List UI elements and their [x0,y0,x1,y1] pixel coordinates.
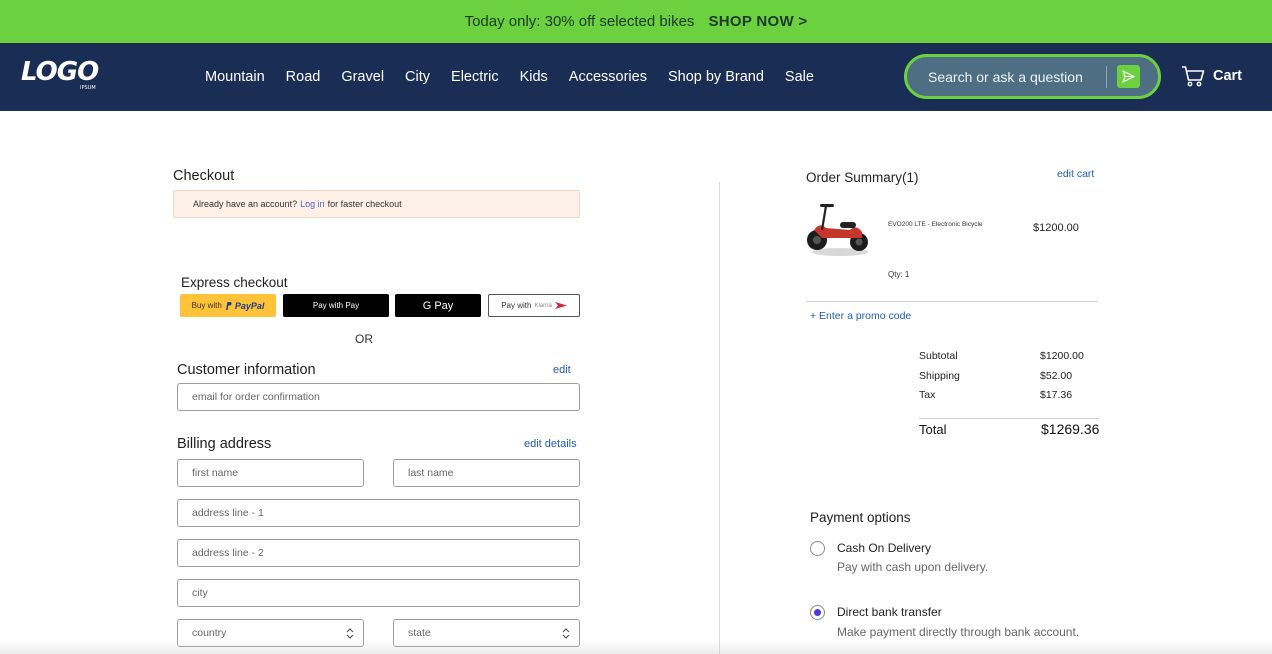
total-label: Total [919,422,947,437]
country-select-value: country [192,627,227,639]
nav-item-road[interactable]: Road [286,69,321,85]
cash-on-delivery-title[interactable]: Cash On Delivery [837,541,931,555]
country-select[interactable]: country [177,619,364,647]
svg-text:IPSUM: IPSUM [80,85,96,91]
login-notice: Already have an account? Log in for fast… [173,190,580,218]
klarna-brand: Klarna [534,302,552,309]
paypal-brand: PayPal [234,300,265,311]
address-line-1-wrapper [177,499,580,527]
nav-item-shop-by-brand[interactable]: Shop by Brand [668,69,764,85]
search-input[interactable] [928,68,1104,85]
shipping-value: $52.00 [1040,370,1073,382]
billing-address-title: Billing address [177,436,272,452]
last-name-wrapper [393,459,580,487]
city-field[interactable] [178,580,579,606]
nav-item-mountain[interactable]: Mountain [205,69,265,85]
nav-item-electric[interactable]: Electric [451,69,499,85]
bank-transfer-desc: Make payment directly through bank accou… [837,625,1080,639]
customer-edit-link[interactable]: edit [553,364,571,376]
cart-label: Cart [1213,68,1243,84]
payment-options-title: Payment options [810,510,911,525]
total-value: $1269.36 [1041,421,1100,437]
address-line-2-field[interactable] [178,540,579,566]
checkout-title: Checkout [173,168,235,184]
google-pay-button[interactable]: G Pay [395,294,481,317]
product-quantity: Qty: 1 [888,270,910,279]
apple-pay-label: Pay with Pay [312,301,360,310]
bank-transfer-title[interactable]: Direct bank transfer [837,605,942,619]
electric-scooter-icon [807,204,868,256]
promo-banner: Today only: 30% off selected bikes SHOP … [0,0,1272,43]
email-field-wrapper [177,383,580,411]
product-price: $1200.00 [1033,222,1079,234]
promo-code-link[interactable]: + Enter a promo code [810,310,911,322]
notice-suffix: for faster checkout [327,199,402,209]
subtotal-label: Subtotal [919,350,958,362]
search-divider [1106,65,1107,88]
main-navigation: LOGO IPSUM Mountain Road Gravel City Ele… [0,43,1272,111]
billing-edit-link[interactable]: edit details [524,438,577,450]
address-line-1-field[interactable] [178,500,579,526]
tax-value: $17.36 [1040,389,1073,401]
chevron-up-down-icon [562,628,570,639]
klarna-button[interactable]: Pay with Klarna [488,294,580,317]
summary-divider [806,301,1098,302]
state-select[interactable]: state [393,619,580,647]
column-divider [719,182,720,654]
search-bar [904,54,1161,99]
brand-logo[interactable]: LOGO IPSUM [20,53,112,99]
tax-label: Tax [919,389,936,401]
klarna-prefix: Pay with [501,301,532,310]
express-checkout-title: Express checkout [181,275,288,290]
order-summary-title: Order Summary(1) [806,170,919,185]
google-pay-label: G Pay [422,299,454,312]
city-wrapper [177,579,580,607]
total-divider [919,418,1099,419]
nav-item-sale[interactable]: Sale [785,69,814,85]
nav-item-city[interactable]: City [405,69,430,85]
email-field[interactable] [178,384,579,410]
send-icon [1122,70,1135,83]
state-select-value: state [408,627,431,639]
or-divider-text: OR [355,332,373,346]
product-name: EVO200 LTE - Electronic Bicycle [888,221,983,228]
nav-item-gravel[interactable]: Gravel [341,69,384,85]
cash-on-delivery-radio[interactable] [810,541,825,556]
promo-text: Today only: 30% off selected bikes [464,13,695,30]
product-thumbnail [804,200,872,258]
last-name-field[interactable] [394,460,579,486]
login-link[interactable]: Log in [300,199,325,209]
cart-button[interactable]: Cart [1181,65,1242,87]
nav-item-accessories[interactable]: Accessories [569,69,647,85]
cart-icon [1182,66,1205,87]
shipping-label: Shipping [919,370,960,382]
notice-prefix: Already have an account? [193,199,298,209]
apple-pay-button[interactable]: Pay with Pay [283,294,389,317]
chevron-up-down-icon [346,628,354,639]
shop-now-link[interactable]: SHOP NOW > [708,13,807,30]
paypal-prefix: Buy with [191,301,222,310]
paypal-icon [225,301,232,310]
address-line-2-wrapper [177,539,580,567]
nav-item-kids[interactable]: Kids [520,69,548,85]
nav-menu: Mountain Road Gravel City Electric Kids … [205,43,814,111]
logo-icon: LOGO IPSUM [21,57,100,91]
svg-text:LOGO: LOGO [21,57,99,87]
first-name-field[interactable] [178,460,363,486]
klarna-arrow-icon [554,302,567,309]
subtotal-value: $1200.00 [1040,350,1084,362]
first-name-wrapper [177,459,364,487]
bank-transfer-radio[interactable] [810,605,825,620]
edit-cart-link[interactable]: edit cart [1057,168,1094,180]
paypal-button[interactable]: Buy with PayPal [180,294,276,317]
customer-info-title: Customer information [177,362,316,378]
search-submit-button[interactable] [1117,65,1140,88]
cash-on-delivery-desc: Pay with cash upon delivery. [837,560,989,574]
